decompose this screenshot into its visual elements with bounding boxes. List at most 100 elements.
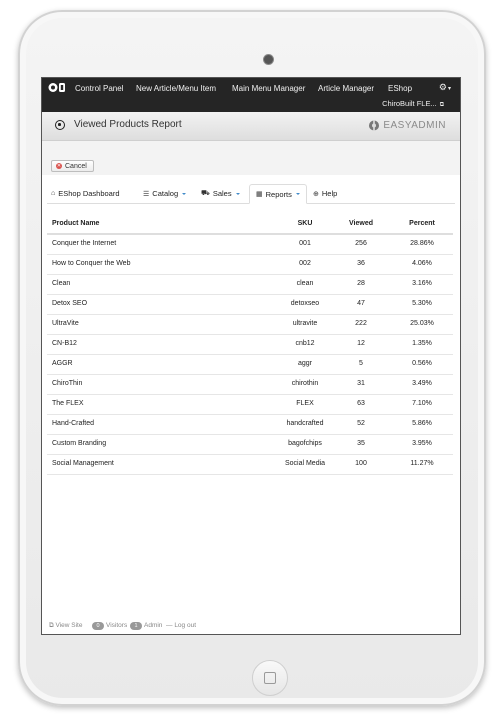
table-body: Conquer the Internet 001 256 28.86% How to C…: [47, 235, 453, 475]
nav-new-article[interactable]: New Article/Menu Item: [136, 84, 216, 93]
nav-control-panel[interactable]: Control Panel: [75, 84, 123, 93]
cell-percent: 0.56%: [412, 360, 432, 367]
visitors-label: Visitors: [106, 622, 128, 629]
calendar-icon: ▦: [256, 191, 263, 198]
easyadmin-mark-icon: [369, 119, 380, 131]
tab-label: Help: [321, 189, 338, 198]
column-header-product-name: Product Name: [52, 220, 100, 227]
cell-viewed: 63: [357, 400, 365, 407]
site-name: ChiroBuilt FLE...: [382, 99, 437, 108]
tab-bar: ⌂ EShop Dashboard ☰ Catalog ⛟ Sales ▦ Re…: [47, 184, 455, 204]
cell-viewed: 36: [357, 260, 365, 267]
joomla-logo-icon[interactable]: [48, 82, 66, 93]
camera: [264, 55, 273, 64]
home-button[interactable]: [252, 660, 288, 696]
easyadmin-logo: EASYADMIN: [368, 117, 446, 133]
table-row: Detox SEO detoxseo 47 5.30%: [47, 295, 453, 315]
globe-icon: ⊕: [313, 190, 319, 198]
cell-sku: cnb12: [295, 340, 315, 347]
cell-percent: 4.06%: [412, 260, 432, 267]
title-bar: Viewed Products Report EASYADMIN: [42, 112, 460, 141]
cell-percent: 28.86%: [410, 240, 434, 247]
admin-indicator: 1 Admin: [130, 622, 162, 630]
column-header-viewed: Viewed: [349, 220, 373, 227]
admin-label: Admin: [144, 622, 163, 629]
cell-viewed: 52: [357, 420, 365, 427]
easyadmin-text: EASYADMIN: [383, 119, 446, 131]
tab-eshop-dashboard[interactable]: ⌂ EShop Dashboard: [51, 184, 120, 203]
cell-viewed: 222: [355, 320, 367, 327]
cart-icon: ⛟: [201, 190, 210, 197]
table-row: ChiroThin chirothin 31 3.49%: [47, 375, 453, 395]
cell-sku: Social Media: [284, 460, 326, 467]
cell-product-name: How to Conquer the Web: [52, 260, 131, 267]
cell-sku: clean: [296, 280, 314, 287]
cell-percent: 3.49%: [412, 380, 432, 387]
cancel-icon: ✕: [56, 163, 62, 169]
screen: Control Panel New Article/Menu Item Main…: [41, 77, 461, 635]
cell-viewed: 35: [357, 440, 365, 447]
tab-label: Reports: [265, 189, 292, 199]
target-icon: [55, 120, 65, 130]
list-icon: ☰: [143, 190, 150, 198]
cell-percent: 5.86%: [412, 420, 432, 427]
logout-link[interactable]: — Log out: [166, 622, 196, 629]
tab-label: Sales: [212, 189, 232, 198]
table-row: UltraVite ultravite 222 25.03%: [47, 315, 453, 335]
cell-viewed: 5: [359, 360, 363, 367]
table-row: CN-B12 cnb12 12 1.35%: [47, 335, 453, 355]
cell-percent: 3.16%: [412, 280, 432, 287]
tab-help[interactable]: ⊕ Help: [313, 184, 337, 203]
cell-product-name: Clean: [52, 280, 71, 287]
cell-product-name: Custom Branding: [52, 440, 107, 447]
nav-article-manager[interactable]: Article Manager: [318, 84, 374, 93]
cell-sku: handcrafted: [286, 420, 324, 427]
cell-product-name: CN-B12: [52, 340, 77, 347]
column-header-percent: Percent: [409, 220, 435, 227]
admin-badge: 1: [130, 622, 142, 630]
view-site-label: View Site: [55, 622, 83, 629]
cancel-button[interactable]: ✕ Cancel: [51, 160, 94, 172]
cell-percent: 1.35%: [412, 340, 432, 347]
cell-product-name: Social Management: [52, 460, 114, 467]
table-row: Clean clean 28 3.16%: [47, 275, 453, 295]
table-row: Custom Branding bagofchips 35 3.95%: [47, 435, 453, 455]
cell-percent: 11.27%: [410, 460, 434, 467]
cell-percent: 25.03%: [410, 320, 434, 327]
cell-sku: 002: [299, 260, 311, 267]
visitors-badge: 0: [92, 622, 104, 630]
table-row: Conquer the Internet 001 256 28.86%: [47, 235, 453, 255]
cell-product-name: ChiroThin: [52, 380, 83, 387]
nav-main-menu-manager[interactable]: Main Menu Manager: [232, 84, 305, 93]
settings-menu[interactable]: ⚙▾: [439, 82, 451, 93]
status-footer: ⧉ View Site 0 Visitors 1 Admin — Log out: [42, 620, 460, 634]
tab-label: EShop Dashboard: [58, 189, 120, 198]
cell-sku: 001: [299, 240, 311, 247]
cell-product-name: Detox SEO: [52, 300, 88, 307]
cell-percent: 5.30%: [412, 300, 432, 307]
top-navbar: Control Panel New Article/Menu Item Main…: [42, 78, 460, 112]
cell-sku: aggr: [297, 360, 312, 367]
cell-viewed: 28: [357, 280, 365, 287]
table-row: How to Conquer the Web 002 36 4.06%: [47, 255, 453, 275]
cell-product-name: The FLEX: [52, 400, 84, 407]
home-icon: ⌂: [51, 190, 56, 197]
cell-product-name: Conquer the Internet: [52, 240, 117, 247]
tab-catalog[interactable]: ☰ Catalog: [143, 184, 187, 203]
cell-sku: detoxseo: [290, 300, 320, 307]
cell-sku: bagofchips: [288, 440, 322, 447]
table-row: The FLEX FLEX 63 7.10%: [47, 395, 453, 415]
tab-reports[interactable]: ▦ Reports: [249, 184, 307, 204]
view-site-link[interactable]: ⧉ View Site: [49, 622, 82, 630]
table-header-row: Product Name SKU Viewed Percent: [47, 215, 453, 235]
table-row: Social Management Social Media 100 11.27%: [47, 455, 453, 475]
page-title: Viewed Products Report: [74, 119, 182, 130]
chevron-down-icon: [235, 192, 240, 195]
chevron-down-icon: ▾: [447, 86, 451, 92]
tab-sales[interactable]: ⛟ Sales: [201, 184, 240, 203]
viewed-products-table: Product Name SKU Viewed Percent Conquer …: [47, 215, 453, 475]
site-link[interactable]: ChiroBuilt FLE... ⧉: [382, 99, 444, 109]
gear-icon: ⚙: [438, 82, 447, 92]
nav-eshop[interactable]: EShop: [388, 84, 412, 93]
cell-percent: 7.10%: [412, 400, 432, 407]
